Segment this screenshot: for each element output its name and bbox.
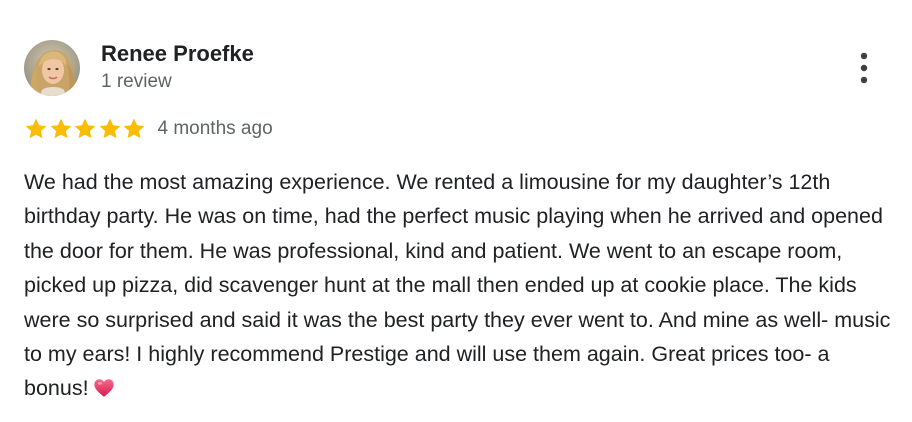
review-text: We had the most amazing experience. We r… [24,170,891,401]
star-icon [25,118,47,139]
more-options-button[interactable] [846,48,882,88]
avatar[interactable] [24,40,80,96]
star-icon [74,118,96,139]
star-icon [99,118,120,139]
more-vertical-icon [860,52,868,84]
rating-row: 4 months ago [24,116,273,142]
star-rating [24,117,147,141]
heart-icon [93,379,114,398]
review-count[interactable]: 1 review [101,70,172,94]
review-date: 4 months ago [157,118,273,139]
star-icon [123,118,145,139]
review-card: Renee Proefke 1 review 4 months ago We h… [0,0,912,422]
star-icon [50,118,71,139]
reviewer-name[interactable]: Renee Proefke [101,40,254,68]
review-body: We had the most amazing experience. We r… [24,165,896,406]
